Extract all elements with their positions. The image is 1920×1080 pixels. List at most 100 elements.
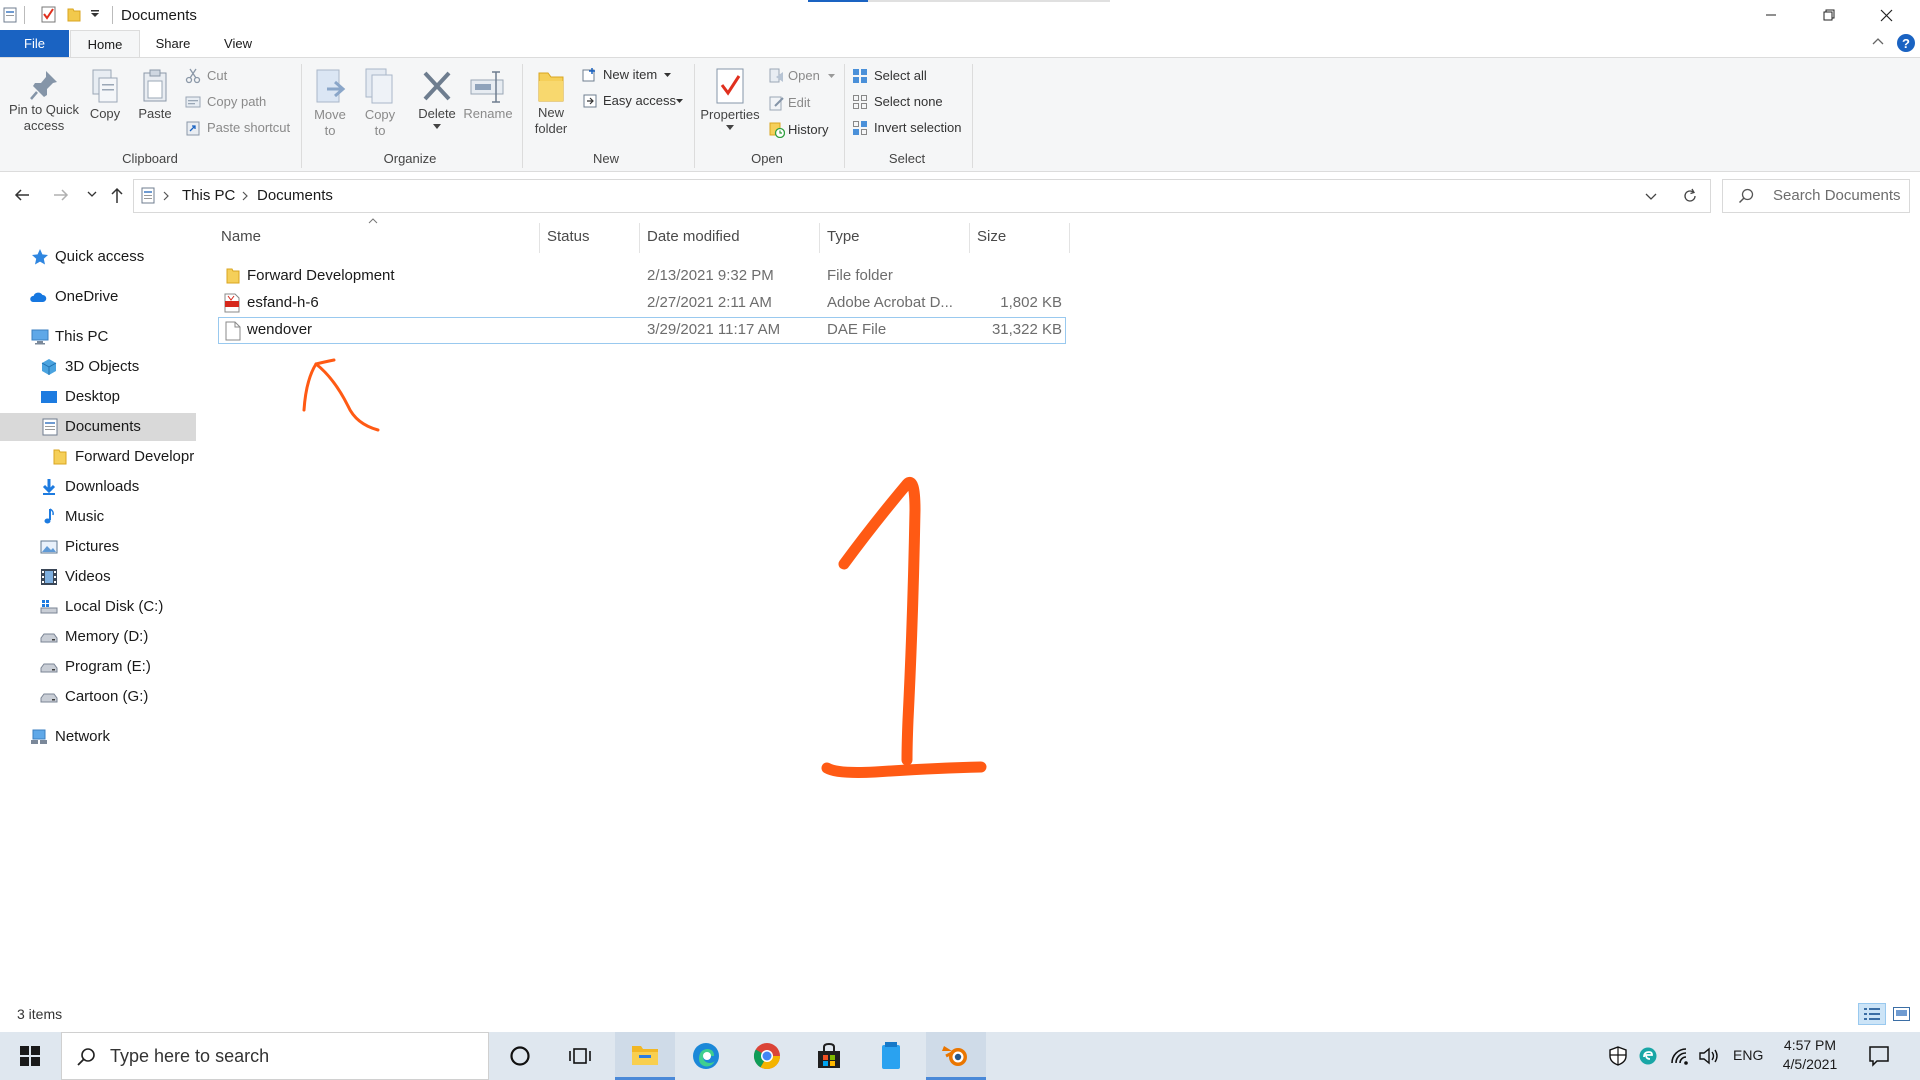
column-header-size[interactable]: Size	[977, 228, 1006, 248]
copy-to-button[interactable]: Copy to	[360, 67, 400, 139]
refresh-button[interactable]	[1670, 179, 1711, 213]
details-view-button[interactable]	[1858, 1003, 1886, 1025]
breadcrumb-this-pc[interactable]: This PC	[182, 187, 235, 204]
file-date: 3/29/2021 11:17 AM	[647, 321, 781, 338]
column-divider[interactable]	[1069, 223, 1070, 253]
nav-downloads[interactable]: Downloads	[0, 473, 196, 501]
taskbar-chrome[interactable]	[739, 1032, 795, 1080]
security-shield-icon[interactable]	[1608, 1046, 1628, 1066]
taskbar-blender[interactable]	[926, 1032, 986, 1080]
column-divider[interactable]	[639, 223, 640, 253]
delete-label: Delete	[418, 106, 456, 121]
nav-onedrive[interactable]: OneDrive	[0, 283, 196, 311]
search-box[interactable]: Search Documents	[1722, 179, 1910, 213]
address-input[interactable]: This PC Documents	[133, 179, 1671, 213]
nav-memory-d[interactable]: Memory (D:)	[0, 623, 196, 651]
move-to-icon	[313, 67, 347, 107]
taskbar-blue-app[interactable]	[863, 1032, 919, 1080]
move-to-button[interactable]: Move to	[310, 67, 350, 139]
file-explorer-app-icon[interactable]	[3, 7, 17, 23]
pin-to-quick-access-button[interactable]: Pin to Quick access	[4, 68, 84, 134]
input-language[interactable]: ENG	[1733, 1047, 1763, 1063]
file-row[interactable]: Forward Development 2/13/2021 9:32 PM Fi…	[218, 263, 1064, 289]
breadcrumb-documents[interactable]: Documents	[257, 187, 333, 204]
minimize-ribbon-chevron-icon[interactable]	[1872, 36, 1884, 46]
large-icons-view-button[interactable]	[1890, 1003, 1914, 1025]
new-item-dropdown-icon	[664, 73, 671, 77]
cortana-button[interactable]	[492, 1032, 548, 1080]
restore-button[interactable]	[1800, 0, 1857, 30]
nav-cartoon-g[interactable]: Cartoon (G:)	[0, 683, 196, 711]
copy-to-icon	[363, 67, 397, 107]
nav-3d-objects[interactable]: 3D Objects	[0, 353, 196, 381]
recent-locations-button[interactable]	[87, 191, 97, 198]
up-button[interactable]	[109, 186, 125, 204]
notification-center-button[interactable]	[1868, 1045, 1890, 1067]
copy-button[interactable]: Copy	[86, 68, 124, 122]
taskbar-clock[interactable]: 4:57 PM 4/5/2021	[1770, 1036, 1850, 1074]
column-header-status[interactable]: Status	[547, 228, 590, 248]
nav-local-disk-c[interactable]: Local Disk (C:)	[0, 593, 196, 621]
delete-button[interactable]: Delete	[415, 68, 459, 129]
column-divider[interactable]	[819, 223, 820, 253]
minimize-button[interactable]	[1742, 0, 1799, 30]
paste-button[interactable]: Paste	[135, 68, 175, 122]
wifi-icon[interactable]	[1670, 1047, 1690, 1065]
new-folder-quick-icon[interactable]	[67, 7, 81, 22]
clipboard-group-label: Clipboard	[122, 151, 178, 166]
properties-quick-icon[interactable]	[41, 6, 57, 23]
column-divider[interactable]	[969, 223, 970, 253]
customize-quick-access-icon[interactable]	[90, 9, 100, 19]
tab-share[interactable]: Share	[142, 30, 204, 57]
move-to-label-line2: to	[324, 123, 336, 138]
nav-network[interactable]: Network	[0, 723, 196, 751]
properties-button[interactable]: Properties	[697, 67, 763, 130]
column-divider[interactable]	[539, 223, 540, 253]
help-icon[interactable]: ?	[1896, 33, 1916, 53]
column-header-date-modified[interactable]: Date modified	[647, 228, 740, 248]
file-row[interactable]: esfand-h-6 2/27/2021 2:11 AM Adobe Acrob…	[218, 290, 1064, 316]
close-window-button[interactable]	[1858, 0, 1915, 30]
edge-update-tray-icon[interactable]	[1638, 1046, 1658, 1066]
column-header-name[interactable]: Name	[221, 228, 261, 248]
blender-icon	[942, 1045, 967, 1066]
start-button[interactable]	[2, 1032, 58, 1080]
column-header-type[interactable]: Type	[827, 228, 860, 248]
navigation-pane: Quick access OneDrive This PC 3D Objects…	[0, 220, 196, 1000]
nav-videos[interactable]: Videos	[0, 563, 196, 591]
taskbar-search-box[interactable]: Type here to search	[61, 1032, 489, 1080]
new-item-label: New item	[603, 67, 658, 82]
navigation-bar: This PC Documents Search Documents	[0, 176, 1920, 216]
group-separator	[844, 64, 845, 168]
new-folder-button[interactable]: New folder	[531, 67, 571, 137]
file-row-focused[interactable]: wendover 3/29/2021 11:17 AM DAE File 31,…	[218, 317, 1066, 344]
delete-dropdown-icon[interactable]	[433, 124, 441, 129]
nav-pictures[interactable]: Pictures	[0, 533, 196, 561]
properties-dropdown-icon[interactable]	[726, 125, 734, 130]
tab-view[interactable]: View	[207, 30, 269, 57]
easy-access-label: Easy access	[603, 93, 676, 108]
nav-program-e[interactable]: Program (E:)	[0, 653, 196, 681]
nav-quick-access[interactable]: Quick access	[0, 243, 196, 271]
taskbar-store[interactable]	[801, 1032, 857, 1080]
nav-documents[interactable]: Documents	[0, 413, 196, 441]
taskbar-file-explorer[interactable]	[615, 1032, 675, 1080]
taskbar-edge[interactable]	[678, 1032, 734, 1080]
tab-home[interactable]: Home	[70, 30, 140, 59]
select-none-icon	[853, 95, 867, 109]
tab-file[interactable]: File	[0, 30, 69, 57]
chevron-down-icon	[87, 191, 97, 197]
select-all-label: Select all	[874, 68, 927, 83]
back-button[interactable]	[13, 187, 31, 203]
nav-forward-development[interactable]: Forward Developr	[0, 443, 196, 471]
copy-label: Copy	[89, 106, 121, 121]
task-view-button[interactable]	[552, 1032, 608, 1080]
nav-this-pc[interactable]: This PC	[0, 323, 196, 351]
window-title: Documents	[121, 7, 197, 24]
volume-icon[interactable]	[1698, 1047, 1720, 1065]
download-arrow-icon	[42, 479, 56, 495]
forward-button[interactable]	[52, 187, 70, 203]
nav-desktop[interactable]: Desktop	[0, 383, 196, 411]
rename-button[interactable]: Rename	[463, 68, 513, 122]
nav-music[interactable]: Music	[0, 503, 196, 531]
